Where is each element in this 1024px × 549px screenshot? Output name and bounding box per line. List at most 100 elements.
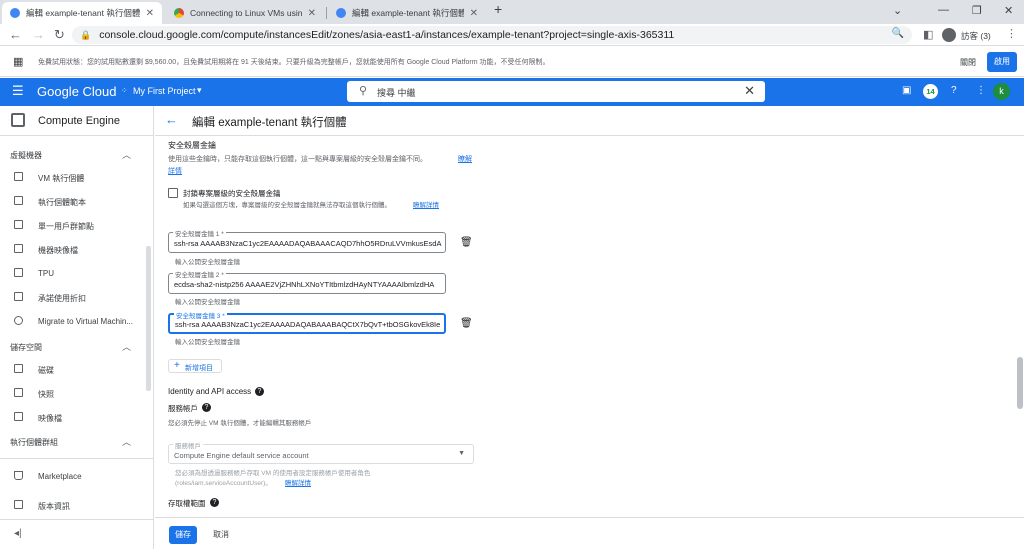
sidebar-section-vm[interactable]: 虛擬機器 [10,150,42,161]
delete-key-1-icon[interactable]: 🗑 [460,237,473,248]
project-dots-icon: ⁘ [121,86,128,95]
url-text: console.cloud.google.com/compute/instanc… [99,29,675,41]
help-icon[interactable]: ? [255,387,264,396]
sidebar-item-instance-templates[interactable]: 執行個體範本 [0,193,146,211]
more-options-icon[interactable]: ⋮ [976,85,986,96]
sidebar-section-instance-groups[interactable]: 執行個體群組 [10,437,58,448]
tab-search-icon[interactable]: ⌄ [893,4,902,17]
profile-label[interactable]: 訪客 (3) [961,30,991,42]
chevron-up-icon[interactable]: ︿ [122,435,131,448]
gear-favicon-icon [10,8,20,18]
search-bar[interactable]: ⚲ 搜尋 中繼 ✕ [347,81,765,102]
dropdown-arrow-icon[interactable]: ▼ [458,450,465,457]
zoom-search-icon[interactable]: 🔍 [892,28,904,39]
percent-icon [14,292,23,301]
search-input[interactable]: 搜尋 中繼 [377,86,416,99]
chevron-up-icon[interactable]: ︿ [122,340,131,353]
user-avatar[interactable]: k [993,83,1010,100]
ssh-key-3-field[interactable]: 安全殼層金鑰 3 * ssh-rsa AAAAB3NzaC1yc2EAAAADA… [168,310,446,334]
google-cloud-logo[interactable]: Google Cloud [37,84,117,99]
close-window-icon[interactable]: ✕ [1004,4,1013,17]
main-content: 安全殼層金鑰 使用這些金鑰時，只能存取這個執行個體，這一點與專案層級的安全殼層金… [155,137,1017,517]
service-account-select[interactable]: 服務帳戶 Compute Engine default service acco… [168,440,474,464]
back-arrow-icon[interactable]: ← [9,27,22,42]
sidebar-item-marketplace[interactable]: Marketplace [0,468,146,486]
service-account-role: (roles/iam.serviceAccountUser)。 [175,480,272,487]
close-tab-icon[interactable]: ✕ [308,8,316,19]
sidebar-item-images[interactable]: 映像檔 [0,409,146,427]
sidebar-item-sole-tenant-nodes[interactable]: 單一用戶群節點 [0,217,146,235]
migrate-icon [14,316,23,325]
page-header: ← 編輯 example-tenant 執行個體 [155,106,1024,136]
sidebar-item-machine-images[interactable]: 機器映像檔 [0,241,146,259]
notification-badge[interactable]: 14 [923,84,938,99]
block-learn-more-link[interactable]: 瞭解詳情 [413,199,439,209]
service-account-note: 您必須先停止 VM 執行個體，才能編輯其服務帳戶 [168,420,312,427]
block-project-keys-checkbox[interactable] [168,188,178,198]
tab-title: Connecting to Linux VMs using [190,8,302,18]
side-panel-icon[interactable]: ◧ [923,28,933,41]
browser-tab[interactable]: Connecting to Linux VMs using ✕ [166,2,324,24]
new-tab-button[interactable]: + [494,1,502,17]
chevron-up-icon[interactable]: ︿ [122,148,131,161]
browser-tab-active[interactable]: 編輯 example-tenant 執行個體... ✕ [2,2,162,24]
ssh-key-2-field[interactable]: 安全殼層金鑰 2 * ecdsa-sha2-nistp256 AAAAE2VjZ… [168,269,446,294]
address-bar[interactable]: 🔒 console.cloud.google.com/compute/insta… [72,26,912,44]
access-scope-heading: 存取權範圍 [168,499,206,508]
delete-key-3-icon[interactable]: 🗑 [460,318,473,329]
service-account-learn-more-link[interactable]: 瞭解詳情 [285,477,311,487]
restore-icon[interactable]: ❐ [972,4,982,17]
service-account-description: 您必須為想透過服務帳戶存取 VM 的使用者設定服務帳戶使用者角色 [175,470,371,477]
sidebar-item-disks[interactable]: 磁碟 [0,361,146,379]
service-account-heading: 服務帳戶 [168,404,198,413]
sidebar-item-label: 單一用戶群節點 [38,222,94,231]
sidebar-section-storage[interactable]: 儲存空間 [10,342,42,353]
product-name: Compute Engine [38,115,120,127]
dismiss-button[interactable]: 關閉 [960,57,976,68]
help-icon[interactable]: ? [210,498,219,507]
vm-instance-icon [14,172,23,181]
save-button[interactable]: 儲存 [169,526,197,544]
reload-icon[interactable]: ↻ [54,27,65,43]
collapse-sidebar-icon[interactable]: ◂| [14,528,22,539]
help-icon[interactable]: ? [951,85,957,96]
hamburger-menu-icon[interactable]: ☰ [12,83,24,99]
help-icon[interactable]: ? [202,403,211,412]
forward-arrow-icon[interactable]: → [32,27,45,42]
learn-more-link[interactable]: 瞭解 [458,154,472,164]
cloud-shell-icon[interactable]: ▣ [902,85,911,96]
ssh-key-1-field[interactable]: 安全殼層金鑰 1 * ssh-rsa AAAAB3NzaC1yc2EAAAADA… [168,228,446,253]
ssh-key-3-hint: 輸入公開安全殼層金鑰 [175,339,240,346]
disk-icon [14,364,23,373]
sidebar-item-release-notes[interactable]: 版本資訊 [0,497,146,515]
dropdown-arrow-icon[interactable]: ▾ [197,85,202,96]
activate-button[interactable]: 啟用 [987,52,1017,72]
sidebar-item-snapshots[interactable]: 快照 [0,385,146,403]
cancel-button[interactable]: 取消 [213,529,229,540]
close-tab-icon[interactable]: ✕ [146,8,154,19]
sidebar-item-vm-instances[interactable]: VM 執行個體 [0,169,146,187]
clear-search-icon[interactable]: ✕ [744,83,755,99]
main-scrollbar[interactable] [1017,357,1023,409]
project-selector[interactable]: My First Project [133,86,196,96]
back-arrow-icon[interactable]: ← [165,112,178,127]
close-tab-icon[interactable]: ✕ [470,8,478,19]
browser-tab[interactable]: 編輯 example-tenant 執行個體... ✕ [328,2,486,24]
sidebar-item-committed-use[interactable]: 承諾使用折扣 [0,289,146,307]
sidebar-item-migrate[interactable]: Migrate to Virtual Machin... [0,313,146,331]
plus-icon: + [174,360,180,371]
sidebar-item-tpu[interactable]: TPU [0,265,146,283]
ssh-key-1-label: 安全殼層金鑰 1 * [173,228,226,238]
ssh-keys-heading: 安全殼層金鑰 [168,141,216,150]
add-item-button[interactable]: + 新增項目 [168,359,222,373]
profile-avatar-icon[interactable] [942,28,956,42]
ssh-key-3-value[interactable]: ssh-rsa AAAAB3NzaC1yc2EAAAADAQABAAABAQCt… [175,320,445,329]
ssh-key-2-value[interactable]: ecdsa-sha2-nistp256 AAAAE2VjZHNhLXNoYTIt… [174,280,444,289]
trial-banner: ▦ 免費試用狀態：您的試用點數還剩 $9,560.00，且免費試用期將在 91 … [0,47,1024,77]
browser-menu-icon[interactable]: ⋮ [1006,27,1017,40]
console-header: ☰ Google Cloud ⁘ My First Project ▾ ⚲ 搜尋… [0,78,1024,106]
learn-more-link-continued[interactable]: 詳情 [168,166,182,176]
sidebar-scrollbar[interactable] [146,246,151,391]
ssh-key-1-value[interactable]: ssh-rsa AAAAB3NzaC1yc2EAAAADAQABAAACAQD7… [174,239,444,248]
minimize-icon[interactable]: — [938,4,949,16]
